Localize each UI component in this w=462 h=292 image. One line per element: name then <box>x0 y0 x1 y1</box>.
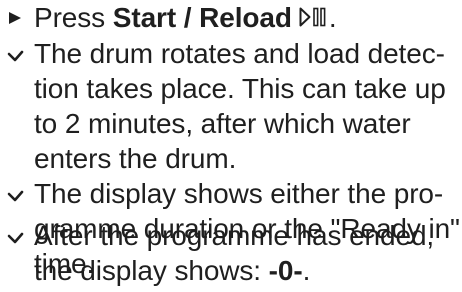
result-text-line: to 2 minutes, after which water <box>34 108 411 139</box>
instruction-step: Press Start / Reload . <box>0 0 462 36</box>
result-text-line: The drum rotates and load detec- <box>34 38 445 69</box>
display-value: -0- <box>268 255 303 286</box>
result-check-icon <box>7 190 24 202</box>
result-check-icon <box>7 50 24 62</box>
instruction-result: The drum rotates and load detec- tion ta… <box>0 36 462 176</box>
instruction-block: Press Start / Reload . The drum rotates … <box>0 0 462 292</box>
step-text-suffix: . <box>328 2 337 33</box>
start-reload-label: Start / Reload <box>112 2 292 33</box>
result-check-icon <box>7 232 24 244</box>
result-text-line: After the programme has ended, <box>34 220 435 251</box>
result-text-suffix: . <box>302 255 311 286</box>
result-text-line: The display shows either the pro- <box>34 178 444 209</box>
step-text-prefix: Press <box>34 2 113 33</box>
step-arrow-icon <box>9 12 21 24</box>
start-pause-icon <box>299 7 326 27</box>
result-text-line: tion takes place. This can take up <box>34 73 446 104</box>
instruction-result: After the programme has ended, the displ… <box>0 218 462 290</box>
result-text-line: enters the drum. <box>34 143 237 174</box>
result-text-line: the display shows: <box>34 255 269 286</box>
